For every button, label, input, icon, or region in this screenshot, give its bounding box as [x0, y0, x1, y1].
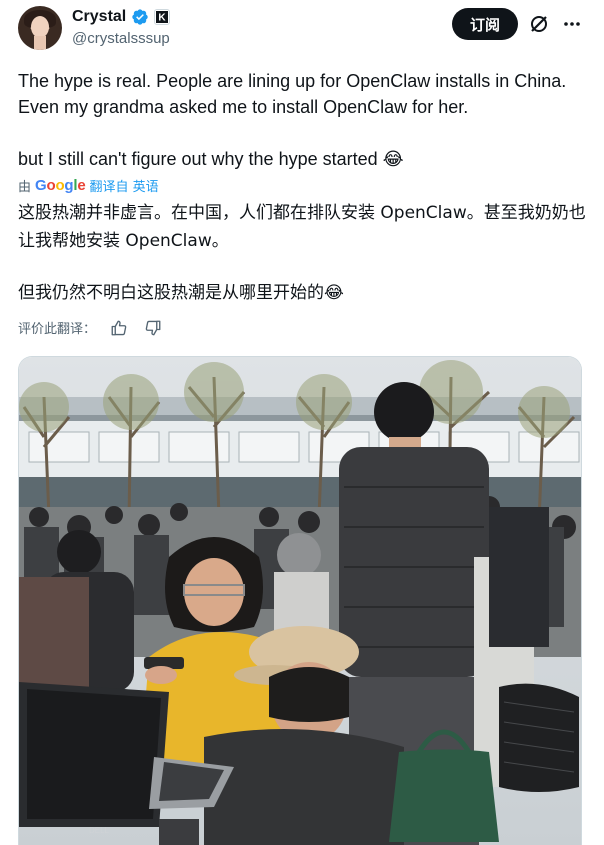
translated-line-2: 但我仍然不明白这股热潮是从哪里开始的😂: [18, 283, 344, 303]
rate-translation-row: 评价此翻译：: [18, 318, 162, 337]
translated-text: 这股热潮并非虚言。在中国，人们都在排队安装 OpenClaw。甚至我奶奶也让我帮…: [18, 199, 588, 307]
avatar-neck: [34, 36, 46, 50]
translated-by-row: 由 Google 翻译自 英语: [18, 176, 159, 195]
author-handle[interactable]: @crystalsssup: [72, 30, 170, 47]
tweet-line-2: but I still can't figure out why the hyp…: [18, 149, 404, 169]
thumbs-up-icon[interactable]: [110, 319, 128, 337]
tweet-text: The hype is real. People are lining up f…: [18, 68, 588, 172]
photo-illustration: DELL: [19, 357, 581, 845]
more-icon[interactable]: [562, 14, 582, 34]
translated-by-prefix: 由: [18, 180, 32, 195]
affiliate-badge[interactable]: K: [154, 9, 171, 25]
subscribe-button[interactable]: 订阅: [452, 8, 518, 40]
author-display-name[interactable]: Crystal: [72, 8, 126, 26]
author-name-row: Crystal K: [72, 8, 171, 26]
translated-line-1: 这股热潮并非虚言。在中国，人们都在排队安装 OpenClaw。甚至我奶奶也让我帮…: [18, 203, 586, 251]
grok-icon[interactable]: [529, 14, 549, 34]
avatar-face: [31, 16, 49, 38]
thumbs-down-icon[interactable]: [144, 319, 162, 337]
verified-icon: [132, 9, 148, 25]
rate-translation-label: 评价此翻译：: [18, 322, 97, 337]
laptop-brand: DELL: [89, 826, 110, 835]
tweet-photo[interactable]: DELL: [18, 356, 582, 845]
tweet-line-1: The hype is real. People are lining up f…: [18, 71, 567, 117]
affiliate-k-icon: K: [156, 11, 169, 24]
affiliate-badge-text: K: [159, 13, 167, 24]
avatar[interactable]: [18, 6, 62, 50]
translation-source-link[interactable]: 翻译自 英语: [90, 176, 159, 195]
google-logo: Google: [35, 177, 86, 194]
